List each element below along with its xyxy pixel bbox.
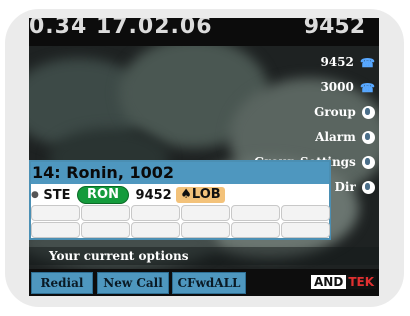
contact-status-row: ● STE RON 9452 ♠LOB (31, 186, 331, 204)
brand-part-1: AND (311, 275, 347, 289)
status-extension: 9452 (135, 187, 172, 203)
status-state-badge: ♠LOB (176, 186, 225, 204)
status-prefix: STE (43, 187, 71, 203)
status-bar: 0.34 17.02.06 9452 (29, 18, 379, 46)
cfwdall-button[interactable]: CFwdALL (172, 272, 246, 294)
user-code-badge: RON (77, 186, 129, 204)
new-call-button[interactable]: New Call (97, 272, 169, 294)
extension-display: 9452 (303, 18, 365, 39)
function-key-label: Group (314, 105, 356, 119)
function-key-9452[interactable]: 9452 ☎ (249, 52, 379, 72)
grid-cell[interactable] (181, 222, 230, 238)
grid-cell[interactable] (31, 222, 80, 238)
function-key-label: Alarm (315, 130, 356, 144)
globe-icon (362, 181, 375, 194)
function-key-label: 3000 (320, 80, 354, 94)
grid-cell[interactable] (231, 222, 280, 238)
grid-cell[interactable] (31, 205, 80, 221)
function-key-alarm[interactable]: Alarm (249, 127, 379, 147)
grid-cell[interactable] (181, 205, 230, 221)
function-key-group[interactable]: Group (249, 102, 379, 122)
globe-icon (362, 106, 375, 119)
function-key-label: Dir (334, 180, 356, 194)
grid-cell[interactable] (81, 222, 130, 238)
function-key-label: 9452 (320, 55, 354, 69)
phone-icon: ☎ (360, 55, 375, 70)
softkey-bar: Redial New Call CFwdALL AND TEK (29, 269, 379, 296)
grid-cell[interactable] (231, 205, 280, 221)
bullet-icon: ● (31, 190, 39, 200)
grid-cell[interactable] (131, 205, 180, 221)
grid-cell[interactable] (131, 222, 180, 238)
contact-dialog[interactable]: 14: Ronin, 1002 ● STE RON 9452 ♠LOB (29, 160, 331, 240)
brand-part-2: TEK (346, 275, 376, 289)
grid-cell[interactable] (281, 222, 330, 238)
bell-icon: ♠ (180, 186, 192, 202)
grid-row (31, 205, 331, 221)
phone-icon: ☎ (360, 80, 375, 95)
grid-cell[interactable] (281, 205, 330, 221)
globe-icon (362, 156, 375, 169)
dialog-title: 14: Ronin, 1002 (31, 162, 329, 184)
phone-screen: 0.34 17.02.06 9452 9452 ☎ 3000 ☎ Group A… (29, 18, 379, 296)
clock-display: 0.34 17.02.06 (29, 18, 213, 39)
grid-cell[interactable] (81, 205, 130, 221)
redial-button[interactable]: Redial (31, 272, 93, 294)
globe-icon (362, 131, 375, 144)
function-key-3000[interactable]: 3000 ☎ (249, 77, 379, 97)
grid-row (31, 222, 331, 238)
andtek-logo: AND TEK (311, 274, 376, 291)
options-label: Your current options (29, 247, 379, 265)
key-grid (31, 205, 331, 239)
status-state-label: LOB (191, 186, 221, 202)
